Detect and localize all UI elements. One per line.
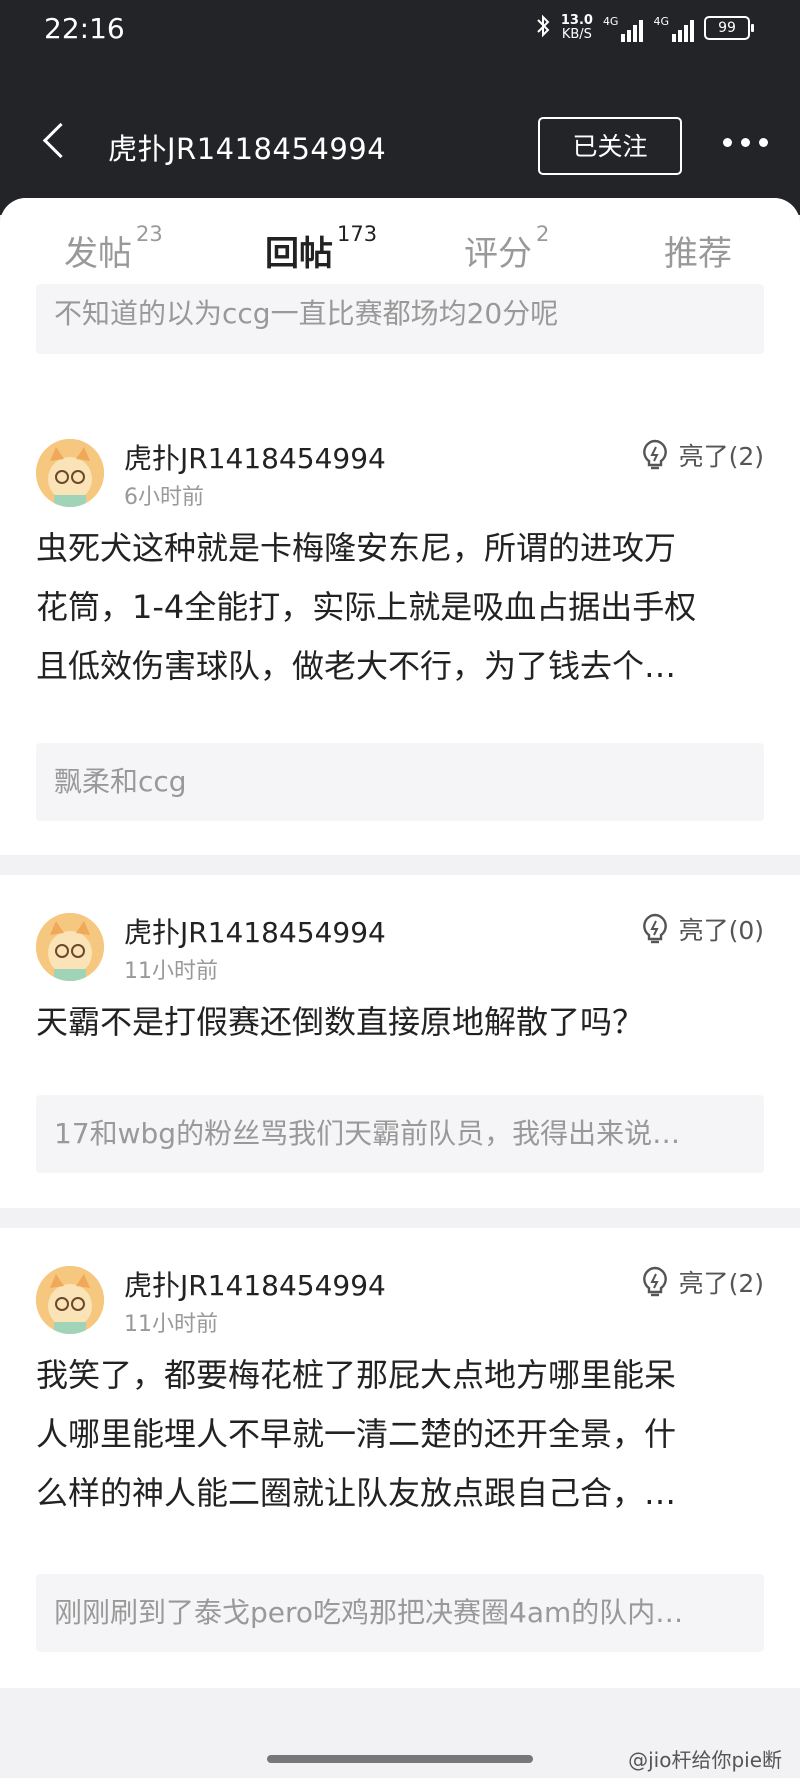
back-arrow-icon[interactable] [42,122,79,159]
post-content[interactable]: 虫死犬这种就是卡梅隆安东尼，所谓的进攻万 花筒，1-4全能打，实际上就是吸血占据… [36,519,764,696]
signal-icon-2: 4G [653,15,694,42]
like-count: 亮了(2) [678,442,764,471]
avatar[interactable] [36,913,104,981]
like-button[interactable]: 亮了(2) [641,437,764,473]
post-content[interactable]: 我笑了，都要梅花桩了那屁大点地方哪里能呆 人哪里能埋人不早就一清二楚的还开全景，… [36,1346,764,1523]
signal-icon: 4G [603,15,644,42]
username[interactable]: 虎扑JR1418454994 [124,437,386,477]
like-count: 亮了(2) [678,1269,764,1298]
follow-button[interactable]: 已关注 [538,117,682,175]
status-icons: 13.0 KB/S 4G 4G 99 [535,13,754,42]
like-button[interactable]: 亮了(2) [641,1264,764,1300]
like-button[interactable]: 亮了(0) [641,911,764,947]
battery-icon: 99 [704,16,754,40]
post-time: 11小时前 [124,1312,218,1337]
lightbulb-icon [642,913,667,944]
tab-replies[interactable]: 回帖 173 [265,222,377,275]
avatar[interactable] [36,439,104,507]
net-speed: 13.0 KB/S [560,13,593,42]
quoted-reply[interactable]: 17和wbg的粉丝骂我们天霸前队员，我得出来说… [36,1095,764,1173]
bluetooth-icon [535,14,551,42]
quoted-reply[interactable]: 不知道的以为ccg一直比赛都场均20分呢 [36,284,764,354]
page-title: 虎扑JR1418454994 [108,132,387,166]
status-time: 22:16 [44,12,125,45]
lightbulb-icon [642,1266,667,1297]
more-icon[interactable] [723,138,768,147]
tab-recommend[interactable]: 推荐 [664,226,732,275]
post-card[interactable]: 虎扑JR1418454994 11小时前 亮了(2) 我笑了，都要梅花桩了那屁大… [0,1228,800,1688]
status-bar: 22:16 13.0 KB/S 4G 4G 99 [0,0,800,60]
top-bar: 22:16 13.0 KB/S 4G 4G 99 虎扑JR1418454994 已… [0,0,800,215]
tab-ratings[interactable]: 评分 2 [464,222,549,275]
tab-bar: 发帖 23 回帖 173 评分 2 推荐 [0,198,800,296]
quoted-reply[interactable]: 刚刚刷到了泰戈pero吃鸡那把决赛圈4am的队内… [36,1574,764,1652]
username[interactable]: 虎扑JR1418454994 [124,1264,386,1304]
post-time: 11小时前 [124,959,218,984]
watermark: @jio杆给你pie断 [628,1748,782,1772]
post-time: 6小时前 [124,485,204,510]
tab-posts[interactable]: 发帖 23 [64,222,163,275]
username[interactable]: 虎扑JR1418454994 [124,911,386,951]
avatar[interactable] [36,1266,104,1334]
lightbulb-icon [642,439,667,470]
post-card[interactable]: 虎扑JR1418454994 11小时前 亮了(0) 天霸不是打假赛还倒数直接原… [0,875,800,1208]
quoted-reply[interactable]: 飘柔和ccg [36,743,764,821]
content-sheet: 发帖 23 回帖 173 评分 2 推荐 不知道的以为ccg一直比赛都场均20分呢 虎… [0,198,800,1778]
post-card[interactable]: 虎扑JR1418454994 6小时前 亮了(2) 虫死犬这种就是卡梅隆安东尼，… [0,401,800,855]
post-content[interactable]: 天霸不是打假赛还倒数直接原地解散了吗？ [36,993,764,1052]
like-count: 亮了(0) [678,916,764,945]
home-indicator[interactable] [267,1755,533,1763]
